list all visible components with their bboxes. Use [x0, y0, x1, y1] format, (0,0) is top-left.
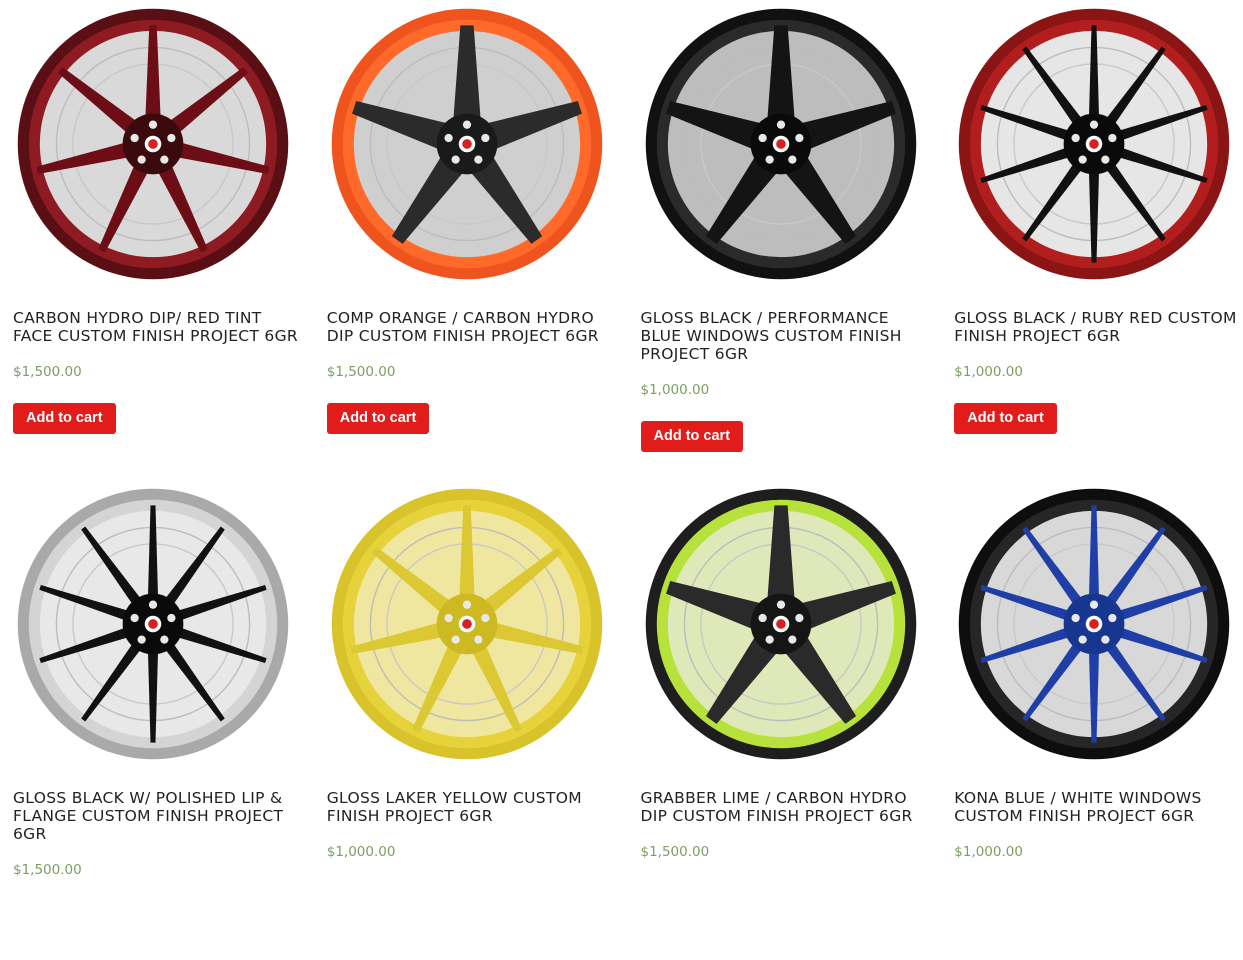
product-price: $1,500.00: [326, 364, 396, 380]
product-title[interactable]: GLOSS BLACK / RUBY RED CUSTOM FINISH PRO…: [954, 309, 1239, 345]
add-to-cart-button[interactable]: Add to cart: [640, 421, 744, 452]
product-card: KONA BLUE / WHITE WINDOWS CUSTOM FINISH …: [941, 480, 1243, 960]
product-image[interactable]: [641, 484, 921, 764]
product-image[interactable]: [954, 484, 1234, 764]
product-card: GLOSS BLACK W/ POLISHED LIP & FLANGE CUS…: [0, 480, 314, 960]
wheel-image: [959, 488, 1230, 760]
product-price: $1,000.00: [326, 844, 396, 860]
product-image[interactable]: [13, 484, 293, 764]
product-card: GLOSS BLACK / PERFORMANCE BLUE WINDOWS C…: [628, 0, 942, 480]
product-price: $1,000.00: [640, 382, 710, 398]
product-price: $1,000.00: [954, 844, 1023, 860]
product-grid: CARBON HYDRO DIP/ RED TINT FACE CUSTOM F…: [0, 0, 1243, 960]
wheel-image: [17, 8, 289, 280]
product-title[interactable]: GLOSS BLACK W/ POLISHED LIP & FLANGE CUS…: [13, 789, 298, 843]
product-card: GRABBER LIME / CARBON HYDRO DIP CUSTOM F…: [628, 480, 942, 960]
product-title[interactable]: KONA BLUE / WHITE WINDOWS CUSTOM FINISH …: [954, 789, 1239, 825]
product-image[interactable]: [641, 4, 921, 284]
wheel-image: [17, 488, 289, 760]
product-title[interactable]: COMP ORANGE / CARBON HYDRO DIP CUSTOM FI…: [327, 309, 612, 345]
product-price: $1,500.00: [13, 862, 82, 878]
add-to-cart-button[interactable]: Add to cart: [13, 403, 116, 434]
wheel-image: [959, 8, 1230, 280]
product-image[interactable]: [327, 4, 607, 284]
product-card: GLOSS BLACK / RUBY RED CUSTOM FINISH PRO…: [941, 0, 1243, 480]
product-image[interactable]: [954, 4, 1234, 284]
wheel-image: [331, 488, 602, 760]
add-to-cart-button[interactable]: Add to cart: [954, 403, 1057, 434]
product-title[interactable]: GLOSS BLACK / PERFORMANCE BLUE WINDOWS C…: [641, 309, 926, 363]
wheel-image: [645, 8, 916, 280]
product-price: $1,500.00: [640, 844, 710, 860]
product-image[interactable]: [327, 484, 607, 764]
wheel-image: [331, 8, 602, 280]
product-card: CARBON HYDRO DIP/ RED TINT FACE CUSTOM F…: [0, 0, 314, 480]
wheel-image: [645, 488, 916, 760]
product-title[interactable]: GLOSS LAKER YELLOW CUSTOM FINISH PROJECT…: [327, 789, 612, 825]
product-card: COMP ORANGE / CARBON HYDRO DIP CUSTOM FI…: [314, 0, 628, 480]
product-title[interactable]: GRABBER LIME / CARBON HYDRO DIP CUSTOM F…: [641, 789, 926, 825]
product-title[interactable]: CARBON HYDRO DIP/ RED TINT FACE CUSTOM F…: [13, 309, 298, 345]
product-price: $1,500.00: [13, 364, 82, 380]
add-to-cart-button[interactable]: Add to cart: [326, 403, 430, 434]
product-price: $1,000.00: [954, 364, 1023, 380]
product-image[interactable]: [13, 4, 293, 284]
product-card: GLOSS LAKER YELLOW CUSTOM FINISH PROJECT…: [314, 480, 628, 960]
